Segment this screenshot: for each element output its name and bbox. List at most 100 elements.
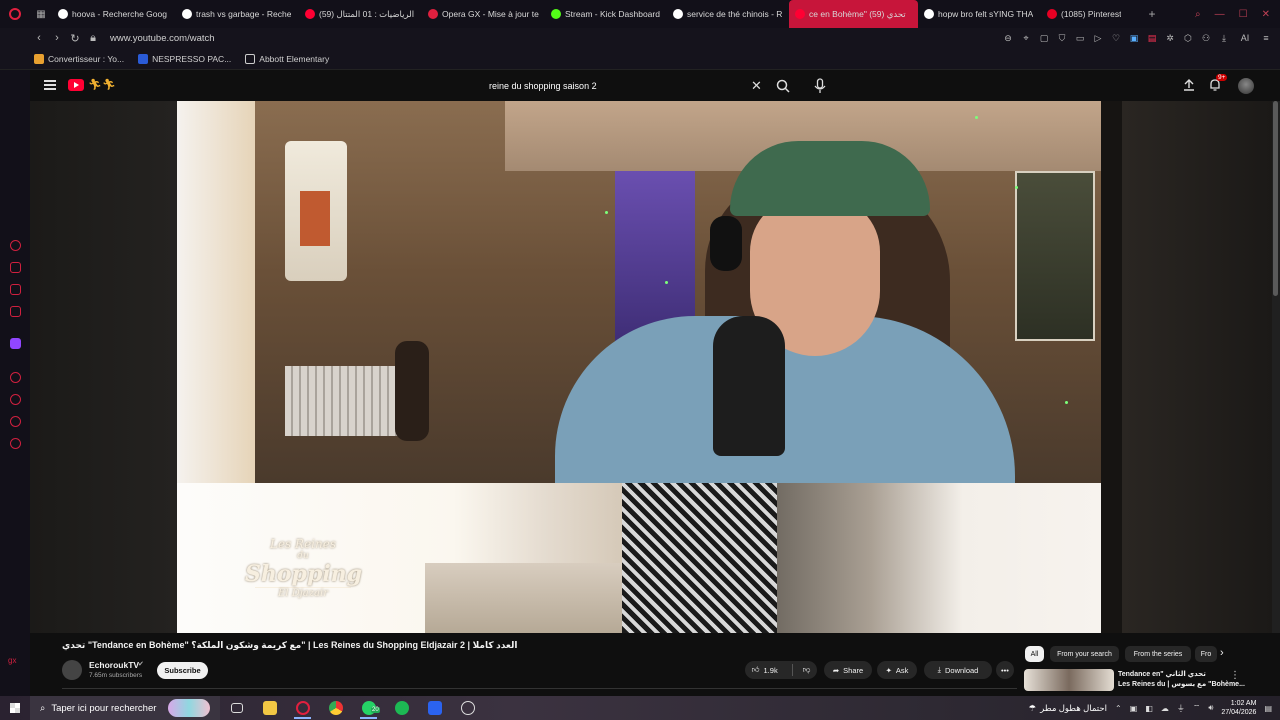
browser-tab[interactable]: (1085) Pinterest [1041, 0, 1141, 28]
puzzle-icon[interactable]: ✲ [1164, 32, 1176, 44]
upload-icon[interactable] [1182, 78, 1196, 92]
chevron-up-icon[interactable]: ⌃ [1115, 704, 1122, 713]
page-scrollbar[interactable] [1272, 101, 1280, 633]
browser-tab[interactable]: hopw bro felt sYING THA [918, 0, 1041, 28]
browser-tab[interactable]: Stream - Kick Dashboard [545, 0, 667, 28]
browser-tab[interactable]: (59) الرياضيات : 01 المتتال [299, 0, 422, 28]
taskbar-search[interactable]: ⌕ Taper ici pour rechercher [30, 696, 220, 720]
chip-from-the-series[interactable]: From the series [1125, 646, 1191, 662]
clock[interactable]: 1:02 AM 27/04/2026 [1221, 699, 1256, 717]
person-icon[interactable]: ⚇ [1200, 32, 1212, 44]
like-button[interactable]: 👍︎ 1.9k 👎︎ [745, 661, 817, 679]
usb-icon[interactable]: ⏚ [1177, 703, 1185, 714]
whatsapp-button[interactable]: 20 [352, 696, 385, 720]
kebab-menu-icon[interactable]: ⋮ [1230, 670, 1240, 681]
wifi-icon[interactable]: ⌔ [1193, 703, 1201, 713]
chip-truncated[interactable]: Fro [1195, 646, 1217, 662]
back-button[interactable]: ‹ [30, 28, 48, 48]
channel-avatar[interactable] [62, 660, 82, 680]
hamburger-menu-icon[interactable] [44, 80, 56, 90]
download-button[interactable]: ⤓ Download [924, 661, 992, 679]
channel-name[interactable]: EchoroukTV [89, 660, 139, 670]
snapshot-icon[interactable]: ▢ [1038, 32, 1050, 44]
opera-logo-icon[interactable] [0, 0, 30, 28]
reload-button[interactable]: ↻ [66, 28, 84, 48]
start-button[interactable] [0, 696, 30, 720]
browser-tab[interactable]: service de thé chinois - R [667, 0, 789, 28]
search-icon[interactable] [775, 78, 791, 94]
task-view-button[interactable] [220, 696, 253, 720]
shield-icon[interactable]: ⛉ [1056, 32, 1068, 44]
search-tabs-icon[interactable]: ⌕ [1195, 9, 1201, 20]
pin-icon[interactable]: ⌖ [1020, 32, 1032, 44]
search-input[interactable]: reine du shopping saison 2 [489, 81, 597, 91]
chip-from-your-search[interactable]: From your search [1050, 646, 1119, 662]
chip-all[interactable]: All [1025, 646, 1044, 662]
bookmark-item[interactable]: Abbott Elementary [245, 53, 329, 64]
cube-icon[interactable]: ⬡ [1182, 32, 1194, 44]
sidebar-clock-icon[interactable] [10, 394, 21, 405]
chrome-alt-button[interactable] [451, 696, 484, 720]
menu-icon[interactable]: ≡ [1260, 32, 1272, 44]
user-avatar[interactable] [1238, 78, 1254, 94]
maximize-icon[interactable]: ☐ [1239, 9, 1248, 20]
ea-app-button[interactable] [418, 696, 451, 720]
zoom-icon[interactable]: ⊖ [1002, 32, 1014, 44]
sidebar-player-icon[interactable] [10, 284, 21, 295]
chrome-button[interactable] [319, 696, 352, 720]
network-icon[interactable]: ◧ [1145, 704, 1153, 713]
notification-center-icon[interactable]: ▤ [1264, 704, 1272, 713]
sidebar-messenger-icon[interactable] [10, 306, 21, 317]
file-explorer-button[interactable] [253, 696, 286, 720]
opera-gx-button[interactable] [286, 696, 319, 720]
forward-button[interactable]: › [48, 28, 66, 48]
scrollbar-thumb[interactable] [1273, 101, 1278, 296]
more-actions-button[interactable]: ••• [996, 661, 1014, 679]
sidebar-controls-icon[interactable] [10, 262, 21, 273]
youtube-logo-icon[interactable] [68, 79, 84, 91]
chrome-icon [328, 701, 343, 715]
browser-tab[interactable]: trash vs garbage - Reche [176, 0, 299, 28]
volume-icon[interactable]: 🔊︎ [1208, 703, 1213, 713]
clear-search-icon[interactable]: ✕ [751, 78, 762, 94]
sidebar-pinboard-icon[interactable] [10, 416, 21, 427]
screen-icon[interactable]: ▭ [1074, 32, 1086, 44]
bookmark-item[interactable]: NESPRESSO PAC... [138, 53, 231, 64]
chevron-right-icon[interactable]: › [1220, 647, 1224, 659]
share-button[interactable]: ➦ Share [824, 661, 872, 679]
play-icon[interactable]: ▷ [1092, 32, 1104, 44]
subscribe-button[interactable]: Subscribe [157, 662, 208, 679]
browser-tab[interactable]: ce en Bohème" تحدي (59) [789, 0, 918, 28]
extension-blue-icon[interactable]: ▣ [1128, 32, 1140, 44]
spotify-button[interactable] [385, 696, 418, 720]
ask-button[interactable]: ✦ Ask [877, 661, 917, 679]
browser-tab[interactable]: Opera GX - Mise à jour te [422, 0, 545, 28]
microphone-icon[interactable] [813, 78, 827, 94]
sidebar-gx-icon[interactable] [10, 240, 21, 251]
thumbs-down-icon[interactable]: 👎︎ [803, 665, 811, 675]
sidebar-twitch-icon[interactable] [10, 338, 21, 349]
recommended-video-title[interactable]: Tendance en" تحدي الثاني [1118, 670, 1206, 678]
minimize-icon[interactable]: — [1215, 9, 1225, 20]
new-tab-button[interactable]: + [1141, 0, 1163, 28]
video-player[interactable]: Les Reines du Shopping El Djazair [30, 101, 1280, 633]
heart-icon[interactable]: ♡ [1110, 32, 1122, 44]
tray-app-icon[interactable]: ▣ [1130, 704, 1138, 713]
sidebar-settings-icon[interactable] [10, 438, 21, 449]
youtube-doodle-icon[interactable]: 🏃︎🏃︎ [88, 78, 116, 91]
sidebar-history-icon[interactable] [10, 372, 21, 383]
url-field[interactable]: www.youtube.com/watch [110, 33, 215, 44]
recommended-video-thumbnail[interactable] [1024, 669, 1114, 691]
recommended-video-title-line2[interactable]: Les Reines du | مع بسوس "Bohème... [1118, 680, 1245, 688]
browser-tab[interactable]: hoova - Recherche Goog [52, 0, 176, 28]
cloud-icon[interactable]: ☁ [1161, 704, 1169, 713]
tab-grid-icon[interactable]: ▦ [30, 0, 52, 28]
weather-widget[interactable]: ☂ احتمال هطول مطر [1029, 703, 1107, 714]
lock-icon[interactable]: 🔒︎ [84, 28, 102, 48]
extension-tv-icon[interactable]: ▤ [1146, 32, 1158, 44]
search-box[interactable]: reine du shopping saison 2 ✕ [477, 77, 767, 95]
download-icon[interactable]: ⤓ [1218, 32, 1230, 44]
close-icon[interactable]: ✕ [1262, 9, 1270, 20]
ai-button[interactable]: AI [1236, 32, 1254, 44]
bookmark-item[interactable]: Convertisseur : Yo... [34, 53, 124, 64]
